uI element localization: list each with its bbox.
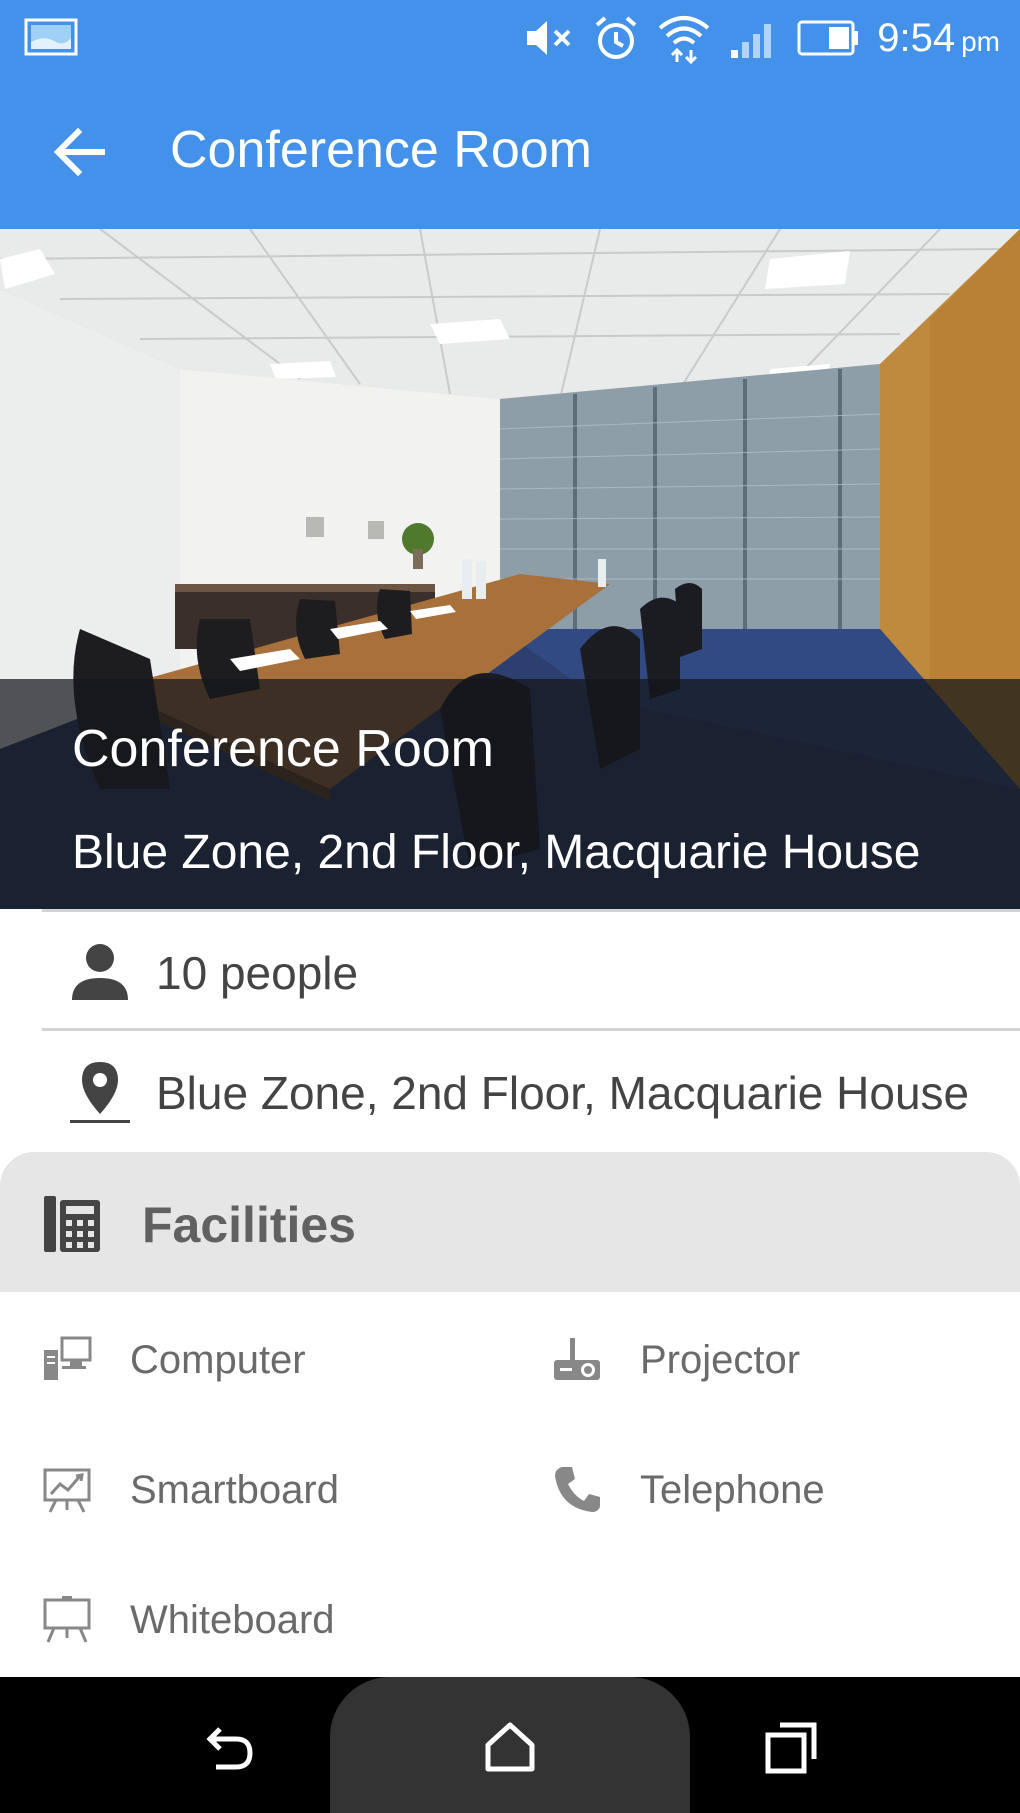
facility-computer: Computer <box>42 1320 522 1400</box>
facilities-header: Facilities <box>0 1152 1020 1292</box>
back-nav-icon[interactable] <box>198 1717 258 1777</box>
wifi-icon <box>658 16 710 64</box>
arrow-left-icon[interactable] <box>50 124 110 180</box>
facility-label: Smartboard <box>130 1468 339 1512</box>
page-title: Conference Room <box>170 121 592 179</box>
smartboard-icon <box>43 1468 91 1513</box>
hero-room-location: Blue Zone, 2nd Floor, Macquarie House <box>72 826 921 879</box>
recents-nav-icon[interactable] <box>762 1717 822 1777</box>
facilities-heading: Facilities <box>142 1197 356 1253</box>
facility-telephone: Telephone <box>552 1450 1020 1530</box>
facility-whiteboard: Whiteboard <box>42 1580 522 1660</box>
facility-label: Computer <box>130 1338 306 1382</box>
hero-room-name: Conference Room <box>72 720 494 778</box>
signal-icon <box>731 24 772 58</box>
telephone-icon <box>555 1467 600 1512</box>
location-row: Blue Zone, 2nd Floor, Macquarie House <box>0 1032 1020 1150</box>
gallery-icon <box>24 18 78 56</box>
divider <box>42 1028 1020 1031</box>
home-nav-icon[interactable] <box>480 1717 540 1777</box>
person-icon <box>72 944 128 1000</box>
facility-label: Projector <box>640 1338 801 1382</box>
location-pin-icon <box>70 1062 130 1123</box>
facility-label: Telephone <box>640 1468 825 1512</box>
clock: 9:54 pm <box>877 15 1000 60</box>
facility-projector: Projector <box>552 1320 1020 1400</box>
location-text: Blue Zone, 2nd Floor, Macquarie House <box>156 1067 970 1119</box>
app-bar: Conference Room <box>0 76 1020 229</box>
battery-icon <box>797 20 859 56</box>
facilities-icon <box>44 1196 100 1252</box>
status-bar: 9:54 pm <box>0 0 1020 76</box>
capacity-row: 10 people <box>0 912 1020 1030</box>
mute-icon <box>527 21 571 55</box>
whiteboard-icon <box>43 1596 91 1643</box>
room-photo: Conference Room Blue Zone, 2nd Floor, Ma… <box>0 229 1020 909</box>
capacity-text: 10 people <box>156 947 359 999</box>
projector-icon <box>554 1338 600 1380</box>
computer-icon <box>44 1336 92 1380</box>
alarm-icon <box>595 16 637 59</box>
facility-label: Whiteboard <box>130 1598 335 1642</box>
system-nav-bar <box>0 1677 1020 1813</box>
facility-smartboard: Smartboard <box>42 1450 522 1530</box>
